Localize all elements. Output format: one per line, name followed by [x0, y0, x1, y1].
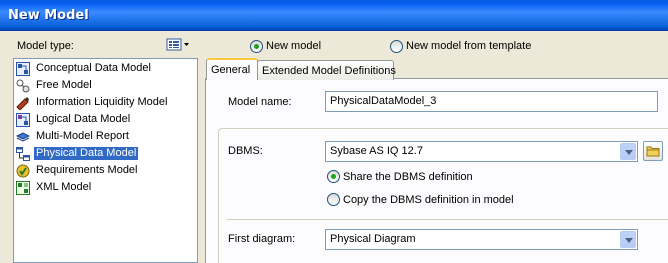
- divider: [227, 219, 668, 220]
- share-dbms-definition-radio[interactable]: [327, 170, 340, 183]
- information-liquidity-icon: [16, 97, 29, 110]
- model-type-item-label: Physical Data Model: [34, 147, 139, 160]
- model-type-item-label: Information Liquidity Model: [36, 96, 168, 108]
- title-bar: New Model: [0, 0, 668, 31]
- model-type-item-multi-model-report[interactable]: Multi-Model Report: [16, 129, 196, 145]
- model-name-label: Model name:: [228, 96, 292, 108]
- new-model-radio[interactable]: [250, 40, 263, 53]
- xml-model-icon: [16, 181, 30, 195]
- conceptual-model-icon: [16, 62, 30, 76]
- tab-label: Extended Model Definitions: [262, 65, 396, 77]
- logical-model-icon: [16, 113, 30, 127]
- new-model-from-template-radio-label[interactable]: New model from template: [406, 40, 531, 52]
- model-type-item-physical[interactable]: Physical Data Model: [16, 146, 196, 162]
- new-model-from-template-radio[interactable]: [390, 40, 403, 53]
- model-type-item-requirements[interactable]: Requirements Model: [16, 163, 196, 179]
- requirements-model-icon: [16, 164, 30, 178]
- model-type-item-xml[interactable]: XML Model: [16, 180, 196, 196]
- first-diagram-label: First diagram:: [228, 233, 296, 245]
- dbms-label: DBMS:: [228, 145, 263, 157]
- model-type-item-label: XML Model: [36, 181, 92, 193]
- copy-dbms-definition-label[interactable]: Copy the DBMS definition in model: [343, 194, 514, 206]
- model-name-field[interactable]: PhysicalDataModel_3: [325, 91, 658, 112]
- physical-model-icon: [16, 147, 30, 161]
- tab-label: General: [211, 64, 251, 76]
- dbms-select-value: Sybase AS IQ 12.7: [330, 145, 423, 157]
- view-mode-button[interactable]: [166, 38, 192, 52]
- model-type-item-conceptual[interactable]: Conceptual Data Model: [16, 61, 196, 77]
- dbms-select[interactable]: Sybase AS IQ 12.7: [325, 141, 638, 162]
- first-diagram-select-value: Physical Diagram: [330, 233, 416, 245]
- chevron-down-icon[interactable]: [620, 231, 636, 248]
- model-type-item-label: Logical Data Model: [36, 113, 131, 125]
- model-type-item-information-liquidity[interactable]: Information Liquidity Model: [16, 95, 196, 111]
- browse-dbms-button[interactable]: [643, 141, 663, 161]
- chevron-down-icon[interactable]: [620, 143, 636, 160]
- model-type-item-label: Conceptual Data Model: [36, 62, 151, 74]
- list-view-icon: [166, 38, 189, 51]
- copy-dbms-definition-radio[interactable]: [327, 193, 340, 206]
- folder-icon: [646, 146, 660, 157]
- free-model-icon: [16, 79, 30, 93]
- model-type-item-label: Multi-Model Report: [36, 130, 129, 142]
- window-title: New Model: [8, 8, 89, 23]
- model-type-item-free[interactable]: Free Model: [16, 78, 196, 94]
- new-model-radio-label[interactable]: New model: [266, 40, 321, 52]
- tab-general[interactable]: General: [206, 58, 258, 80]
- tab-extended-model-definitions[interactable]: Extended Model Definitions: [257, 60, 396, 80]
- model-type-label: Model type:: [17, 40, 74, 52]
- model-type-item-logical[interactable]: Logical Data Model: [16, 112, 196, 128]
- model-type-list[interactable]: Conceptual Data Model Free Model Informa…: [13, 58, 198, 263]
- model-name-value: PhysicalDataModel_3: [330, 95, 437, 107]
- model-type-item-label: Free Model: [36, 79, 92, 91]
- multi-model-report-icon: [16, 132, 30, 142]
- share-dbms-definition-label[interactable]: Share the DBMS definition: [343, 171, 473, 183]
- first-diagram-select[interactable]: Physical Diagram: [325, 229, 638, 250]
- model-type-item-label: Requirements Model: [36, 164, 138, 176]
